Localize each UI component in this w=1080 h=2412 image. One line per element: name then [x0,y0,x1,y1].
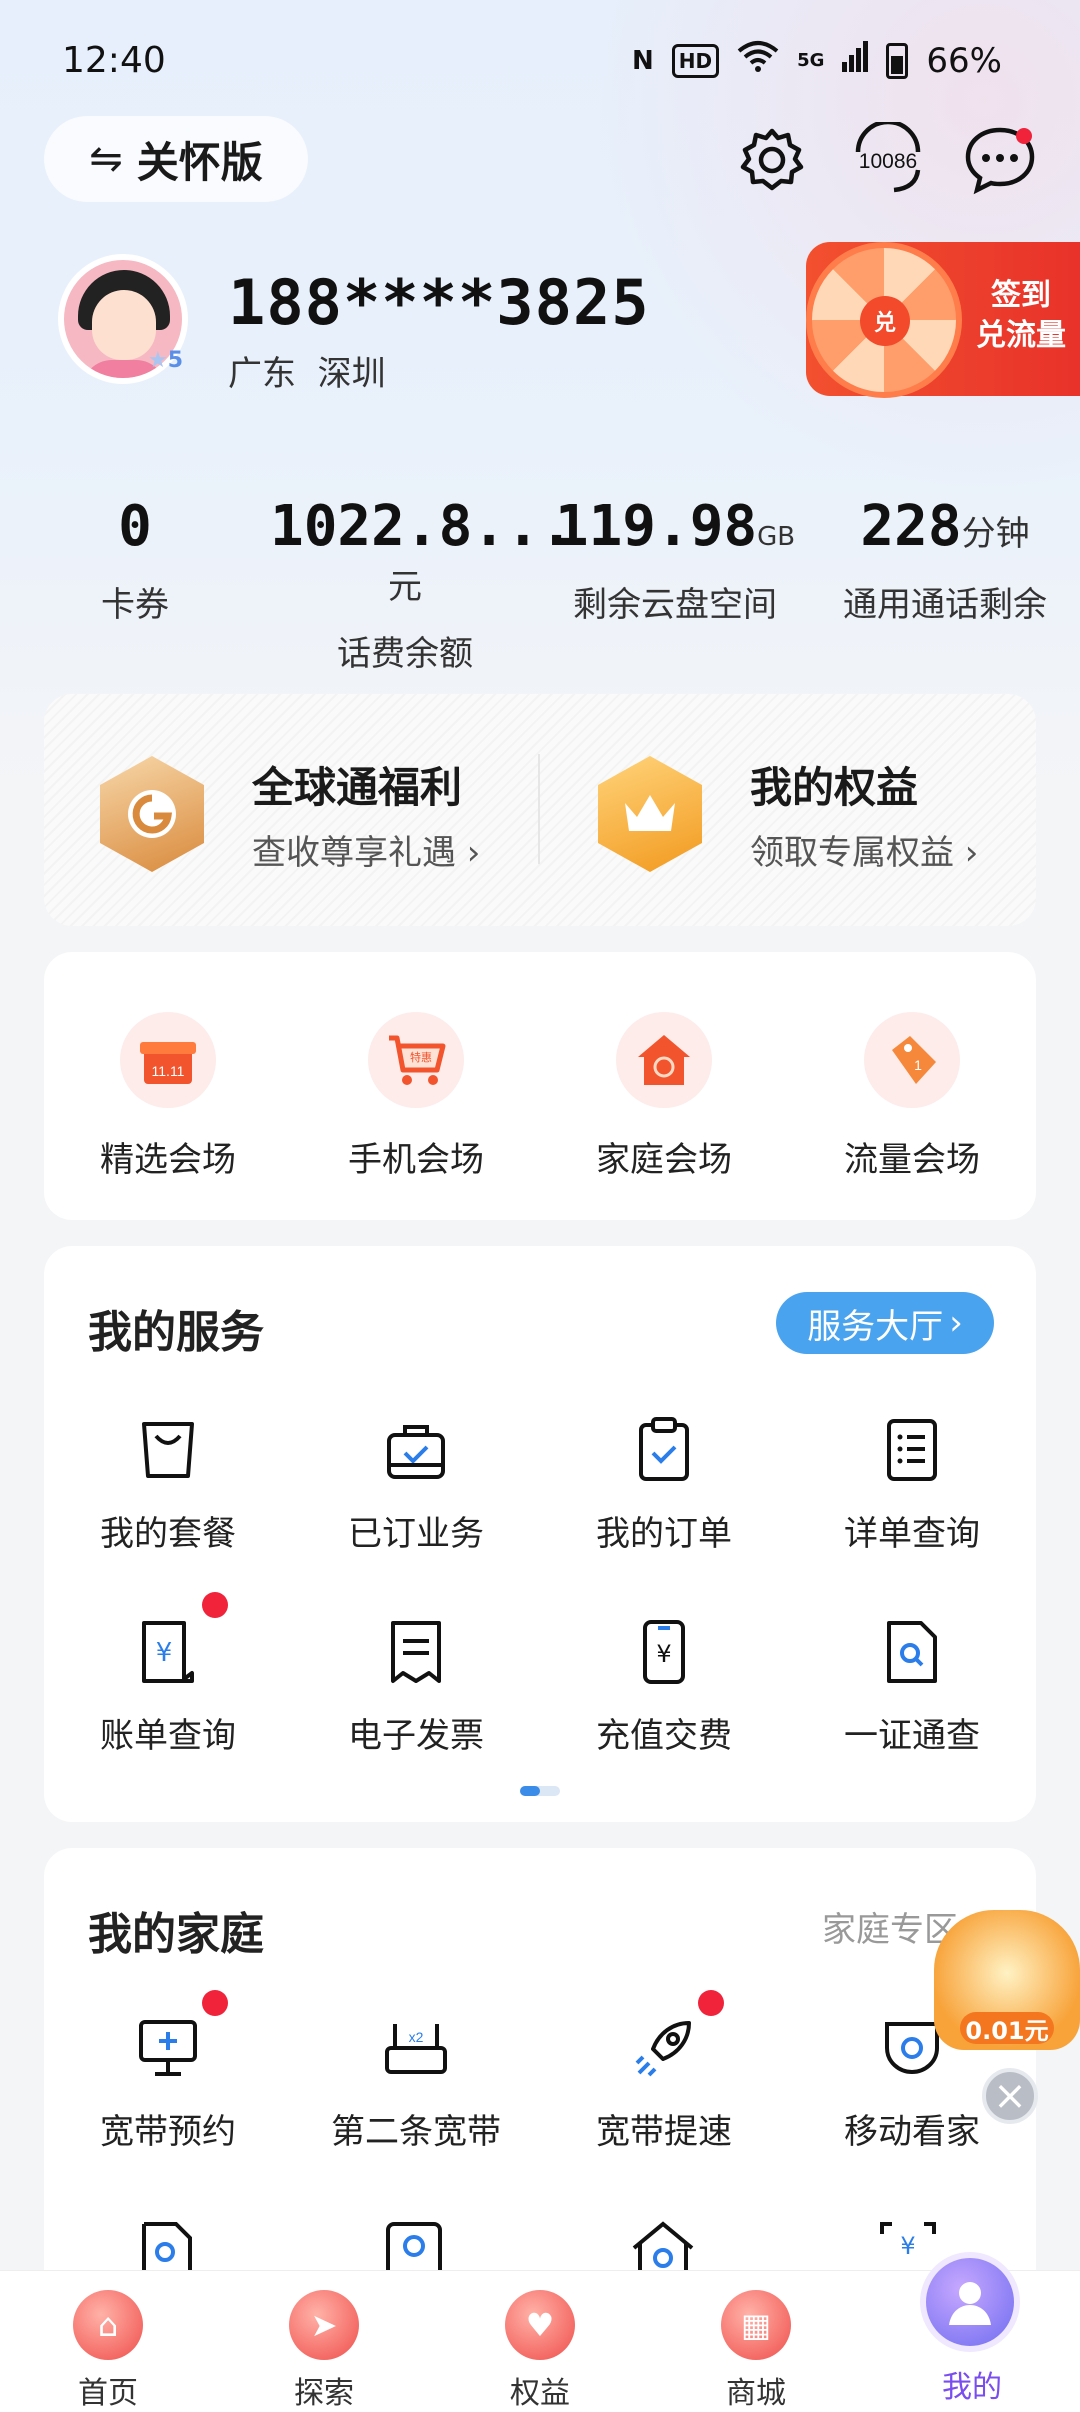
tag-icon: 1 [864,1012,960,1108]
nfc-icon: N [632,45,654,76]
checkin-text: 签到 兑流量 [976,278,1066,353]
notification-dot [202,1990,228,2016]
chevron-right-icon: › [949,1303,963,1343]
phone-yen-icon: ¥ [628,1616,700,1688]
gift-icon: 11.11 [120,1012,216,1108]
service-id-check[interactable]: 一证通查 [788,1616,1036,1757]
venue-home[interactable]: 家庭会场 [540,1012,788,1181]
svg-text:11.11: 11.11 [152,1063,185,1079]
province: 广东 [228,354,296,394]
perk-global[interactable]: 全球通福利 查收尊享礼遇 › [100,754,480,874]
service-my-plan[interactable]: 我的套餐 [44,1414,292,1555]
heart-gift-icon: ♥ [505,2290,575,2360]
signal-icon [842,40,869,81]
invoice-icon [380,1616,452,1688]
perk-title: 我的权益 [750,763,919,812]
service-number: 10086 [859,150,917,173]
perk-my-benefits[interactable]: 我的权益 领取专属权益 › [598,754,978,874]
location: 广东 深圳 [228,346,386,395]
close-icon[interactable]: × [982,2068,1038,2124]
venue-featured[interactable]: 11.11 精选会场 [44,1012,292,1181]
global-pass-icon [100,756,204,872]
page-indicator [520,1786,560,1796]
svg-text:¥: ¥ [156,1638,173,1668]
nav-benefits[interactable]: ♥ 权益 [432,2290,648,2412]
svg-text:¥: ¥ [900,2232,915,2260]
nav-me-label[interactable]: 我的 [864,2362,1080,2406]
house-icon [616,1012,712,1108]
level-badge: ★5 [148,348,184,373]
house-eye-icon [630,2220,696,2274]
service-subscriptions[interactable]: 已订业务 [292,1414,540,1555]
swap-icon: ⇋ [89,136,123,182]
notification-dot [202,1592,228,1618]
list-doc-icon [876,1414,948,1486]
customer-service-icon[interactable]: 10086 [846,122,930,198]
perk-subtitle: 查收尊享礼遇 › [252,833,481,873]
home-icon: ⌂ [73,2290,143,2360]
bag-icon [132,1414,204,1486]
battery-icon [886,42,909,79]
wifi-icon [737,40,779,81]
nav-explore[interactable]: ➤ 探索 [216,2290,432,2412]
clipboard-check-icon [628,1414,700,1486]
person-icon[interactable] [920,2252,1020,2352]
service-orders[interactable]: 我的订单 [540,1414,788,1555]
stat-call-minutes[interactable]: 228分钟 通用通话剩余 [810,494,1080,626]
family-broadband-booking[interactable]: 宽带预约 [44,2012,292,2153]
nav-shop[interactable]: ▦ 商城 [648,2290,864,2412]
cart-icon: 特惠 [368,1012,464,1108]
venue-phones[interactable]: 特惠 手机会场 [292,1012,540,1181]
bill-yen-icon: ¥ [132,1616,204,1688]
perk-subtitle: 领取专属权益 › [750,833,979,873]
settings-box-icon [384,2220,444,2278]
status-time: 12:40 [62,40,166,81]
services-title: 我的服务 [88,1307,264,1358]
care-mode-label: 关怀版 [136,137,263,187]
service-call-details[interactable]: 详单查询 [788,1414,1036,1555]
service-recharge[interactable]: ¥ 充值交费 [540,1616,788,1757]
svg-text:¥: ¥ [656,1640,671,1668]
star-icon: ★ [148,348,168,373]
briefcase-check-icon [380,1414,452,1486]
doc-search-icon [876,1616,948,1688]
perk-divider [538,754,540,864]
rocket-icon [628,2012,700,2084]
svg-text:1: 1 [914,1057,922,1073]
monitor-plus-icon [132,2012,204,2084]
venue-data[interactable]: 1 流量会场 [788,1012,1036,1181]
signal-5g-label: 5G [797,50,825,71]
messages-icon[interactable] [962,122,1038,198]
hd-icon: HD [671,43,720,78]
service-hall-button[interactable]: 服务大厅 › [776,1292,994,1354]
svg-text:特惠: 特惠 [410,1050,432,1064]
status-icons: N HD 5G 66% [632,40,1002,81]
stat-balance[interactable]: 1022.8...元 话费余额 [270,494,573,675]
notification-dot [698,1990,724,2016]
service-bills[interactable]: ¥ 账单查询 [44,1616,292,1757]
stat-cloud-storage[interactable]: 119.98GB 剩余云盘空间 [540,494,810,626]
family-title: 我的家庭 [88,1909,264,1960]
bill-scan-icon: ¥ [878,2220,938,2274]
stat-coupons[interactable]: 0 卡券 [0,494,270,626]
family-speed-up[interactable]: 宽带提速 [540,2012,788,2153]
router-x2-icon: x2 [380,2012,452,2084]
city: 深圳 [317,354,386,394]
phone-number: 188****3825 [228,266,650,339]
wheel-badge: 兑 [860,296,910,346]
family-second-broadband[interactable]: x2 第二条宽带 [292,2012,540,2153]
doc-search-icon [140,2220,194,2274]
perk-title: 全球通福利 [252,763,463,812]
crown-icon [598,756,702,872]
care-mode-button[interactable]: ⇋ 关怀版 [44,116,308,202]
service-e-invoice[interactable]: 电子发票 [292,1616,540,1757]
shop-icon: ▦ [721,2290,791,2360]
promo-price: 0.01元 [960,2012,1054,2045]
battery-level: 66% [926,40,1002,81]
settings-gear-icon[interactable] [734,122,810,198]
nav-home[interactable]: ⌂ 首页 [0,2290,216,2412]
svg-text:x2: x2 [409,2029,424,2045]
compass-icon: ➤ [289,2290,359,2360]
